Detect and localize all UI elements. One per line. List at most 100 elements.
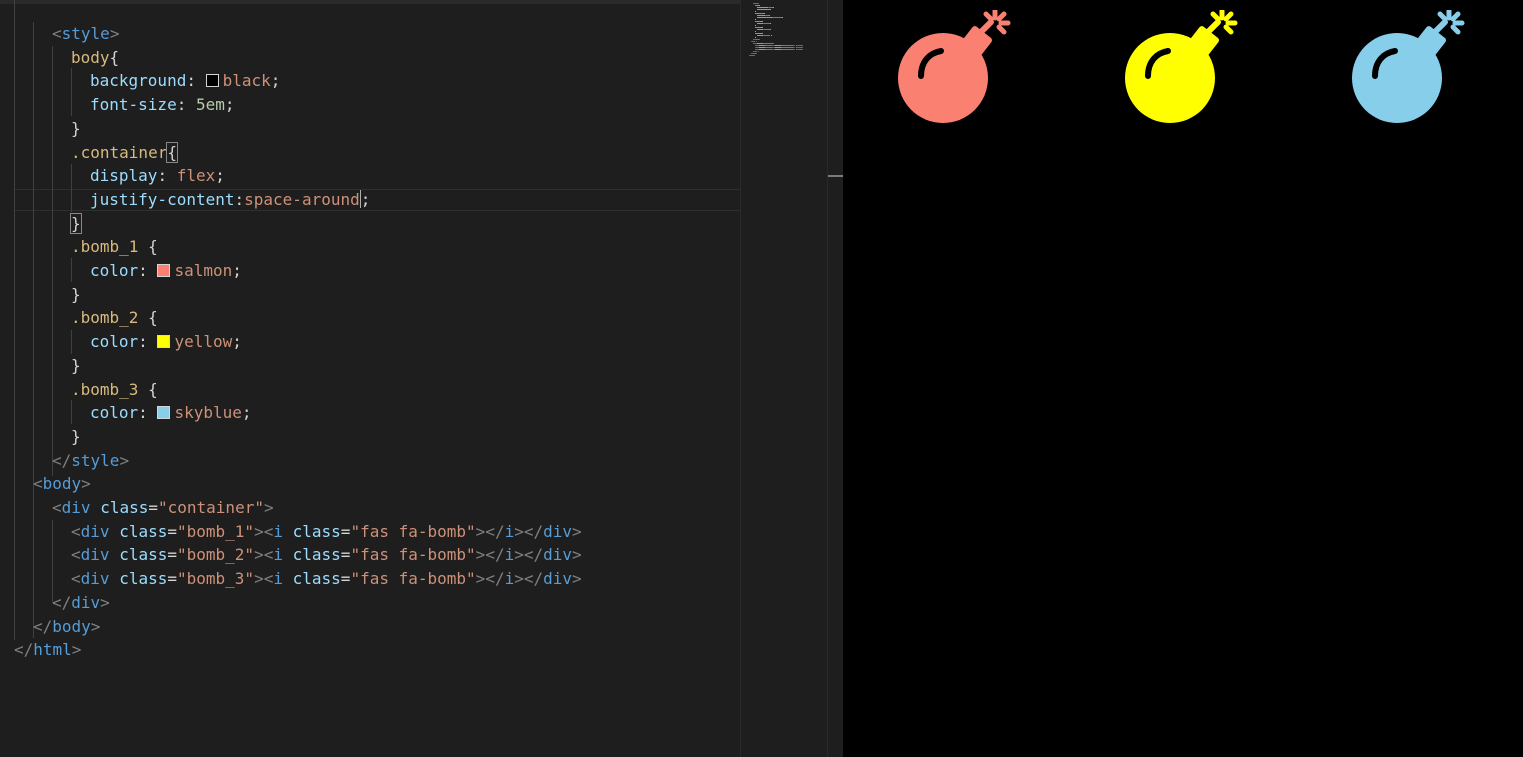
minimap-token [764, 47, 773, 48]
minimap-token [801, 45, 803, 46]
code-token: < [71, 521, 81, 541]
browser-preview [843, 0, 1523, 757]
code-token: "bomb_3" [177, 569, 255, 589]
color-swatch[interactable] [157, 406, 171, 420]
code-line[interactable]: .bomb_1 { [71, 235, 158, 259]
code-token: { [138, 379, 158, 399]
code-token: > [100, 592, 110, 612]
code-line[interactable]: .container{ [71, 141, 178, 165]
code-token: > [572, 521, 582, 541]
minimap-token [772, 43, 774, 44]
code-token: ; [241, 403, 252, 423]
code-line[interactable]: color: skyblue; [90, 401, 252, 425]
code-line[interactable]: <div class="bomb_2"><i class="fas fa-bom… [71, 543, 582, 567]
code-token: div [543, 545, 573, 565]
code-line[interactable]: justify-content:space-around; [90, 188, 370, 212]
code-line[interactable]: </div> [52, 591, 110, 615]
code-token: class [292, 521, 341, 541]
code-line[interactable]: } [71, 283, 81, 307]
code-token: </ [523, 545, 544, 565]
minimap-token [764, 13, 765, 14]
code-line[interactable]: } [71, 117, 81, 141]
minimap[interactable] [740, 0, 828, 757]
code-token: body [52, 616, 91, 636]
color-swatch[interactable] [157, 335, 171, 349]
code-token: : [138, 261, 158, 280]
code-line[interactable]: <body> [33, 472, 91, 496]
code-line[interactable]: <div class="bomb_1"><i class="fas fa-bom… [71, 520, 582, 544]
code-token: i [273, 569, 283, 589]
code-line[interactable]: color: yellow; [90, 330, 242, 354]
code-token: > [119, 450, 130, 470]
code-token: = [167, 569, 177, 589]
scrollbar-position-marker [828, 175, 844, 177]
code-token: > [254, 545, 264, 565]
code-line[interactable]: color: salmon; [90, 259, 242, 283]
code-line[interactable]: font-size: 5em; [90, 93, 235, 117]
indent-guide [71, 68, 72, 116]
code-token: color [90, 403, 139, 423]
code-token: class [119, 569, 168, 589]
minimap-token [769, 29, 771, 30]
code-token: > [109, 24, 120, 43]
code-line[interactable]: display: flex; [90, 164, 225, 188]
code-token: > [475, 545, 486, 565]
minimap-token [762, 43, 773, 44]
indent-guide [33, 22, 34, 638]
code-token: </ [523, 569, 544, 589]
code-token: body [42, 474, 82, 494]
minimap-token [761, 27, 764, 28]
minimap-token [768, 15, 770, 16]
code-token: : [138, 403, 158, 423]
indent-guide [71, 164, 72, 212]
code-line[interactable]: <style> [52, 22, 119, 46]
code-line[interactable]: </html> [14, 638, 81, 662]
code-token: > [514, 521, 524, 541]
minimap-token [754, 55, 756, 56]
code-line[interactable]: .bomb_2 { [71, 306, 158, 330]
code-line[interactable]: </body> [33, 615, 100, 639]
code-line[interactable]: } [71, 425, 81, 449]
editor-scrollbar[interactable] [827, 0, 844, 757]
code-token: ; [270, 71, 281, 91]
code-token: = [340, 569, 351, 589]
color-swatch[interactable] [205, 74, 219, 88]
code-token: div [71, 592, 101, 612]
code-token: i [504, 569, 515, 589]
code-token: > [514, 569, 524, 589]
code-token: } [71, 355, 81, 375]
indent-guide [52, 520, 53, 602]
code-line[interactable]: </style> [52, 449, 129, 473]
code-token: color [90, 261, 139, 280]
code-line[interactable]: background: black; [90, 69, 280, 93]
code-line[interactable]: <div class="container"> [52, 496, 274, 520]
code-token: class [100, 498, 149, 517]
code-token: skyblue [174, 403, 242, 423]
minimap-token [757, 17, 771, 18]
code-token: 5em [195, 95, 225, 115]
minimap-token [757, 9, 766, 10]
code-line[interactable]: } [70, 212, 82, 236]
minimap-token [801, 47, 803, 48]
code-token: .bomb_1 [71, 237, 139, 257]
minimap-token [769, 9, 771, 10]
code-token: .bomb_2 [71, 308, 139, 328]
minimap-token [755, 37, 756, 38]
code-line[interactable]: } [71, 354, 81, 378]
code-token: "bomb_1" [177, 521, 255, 541]
code-line[interactable]: body{ [71, 46, 119, 70]
code-token: "fas fa-bomb" [350, 545, 476, 565]
code-token: < [71, 545, 81, 565]
code-editor[interactable]: <style> body{background: black; font-size:… [0, 0, 740, 757]
code-token: : [234, 189, 245, 209]
minimap-token [801, 49, 803, 50]
code-line[interactable]: <div class="bomb_3"><i class="fas fa-bom… [71, 567, 582, 591]
code-line[interactable]: .bomb_3 { [71, 378, 158, 402]
code-token: > [71, 640, 82, 660]
color-swatch[interactable] [157, 264, 171, 277]
minimap-token [756, 53, 758, 54]
code-token: </ [52, 450, 72, 470]
code-token: salmon [174, 261, 233, 280]
indent-guide [14, 0, 15, 640]
